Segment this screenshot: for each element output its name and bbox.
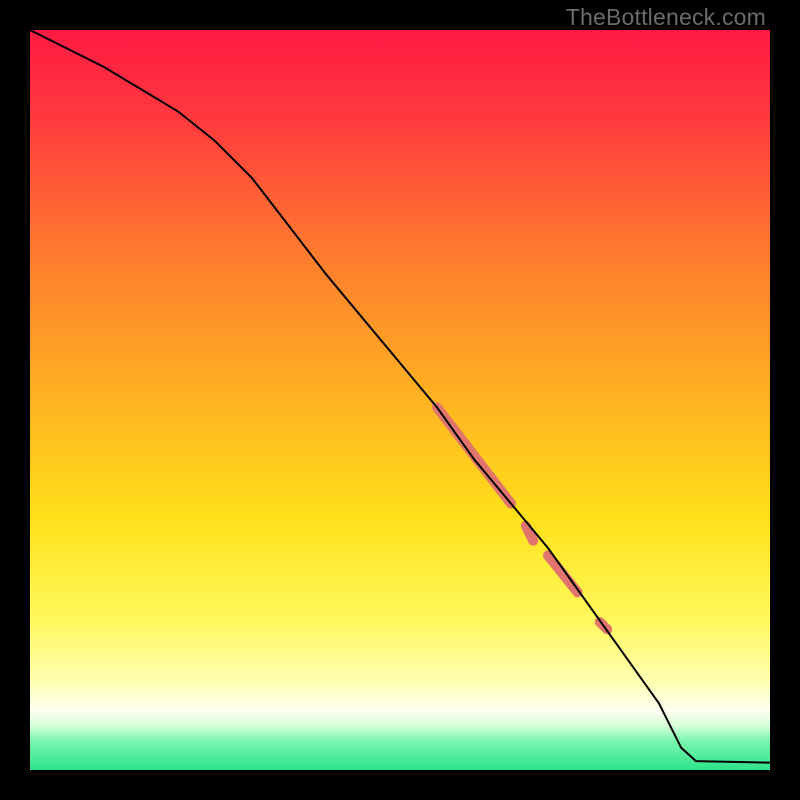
watermark-text: TheBottleneck.com — [566, 4, 766, 31]
chart-frame: TheBottleneck.com — [0, 0, 800, 800]
line-layer — [30, 30, 770, 770]
plot-area — [30, 30, 770, 770]
main-curve — [30, 30, 770, 763]
highlight-seg-3 — [548, 555, 578, 592]
